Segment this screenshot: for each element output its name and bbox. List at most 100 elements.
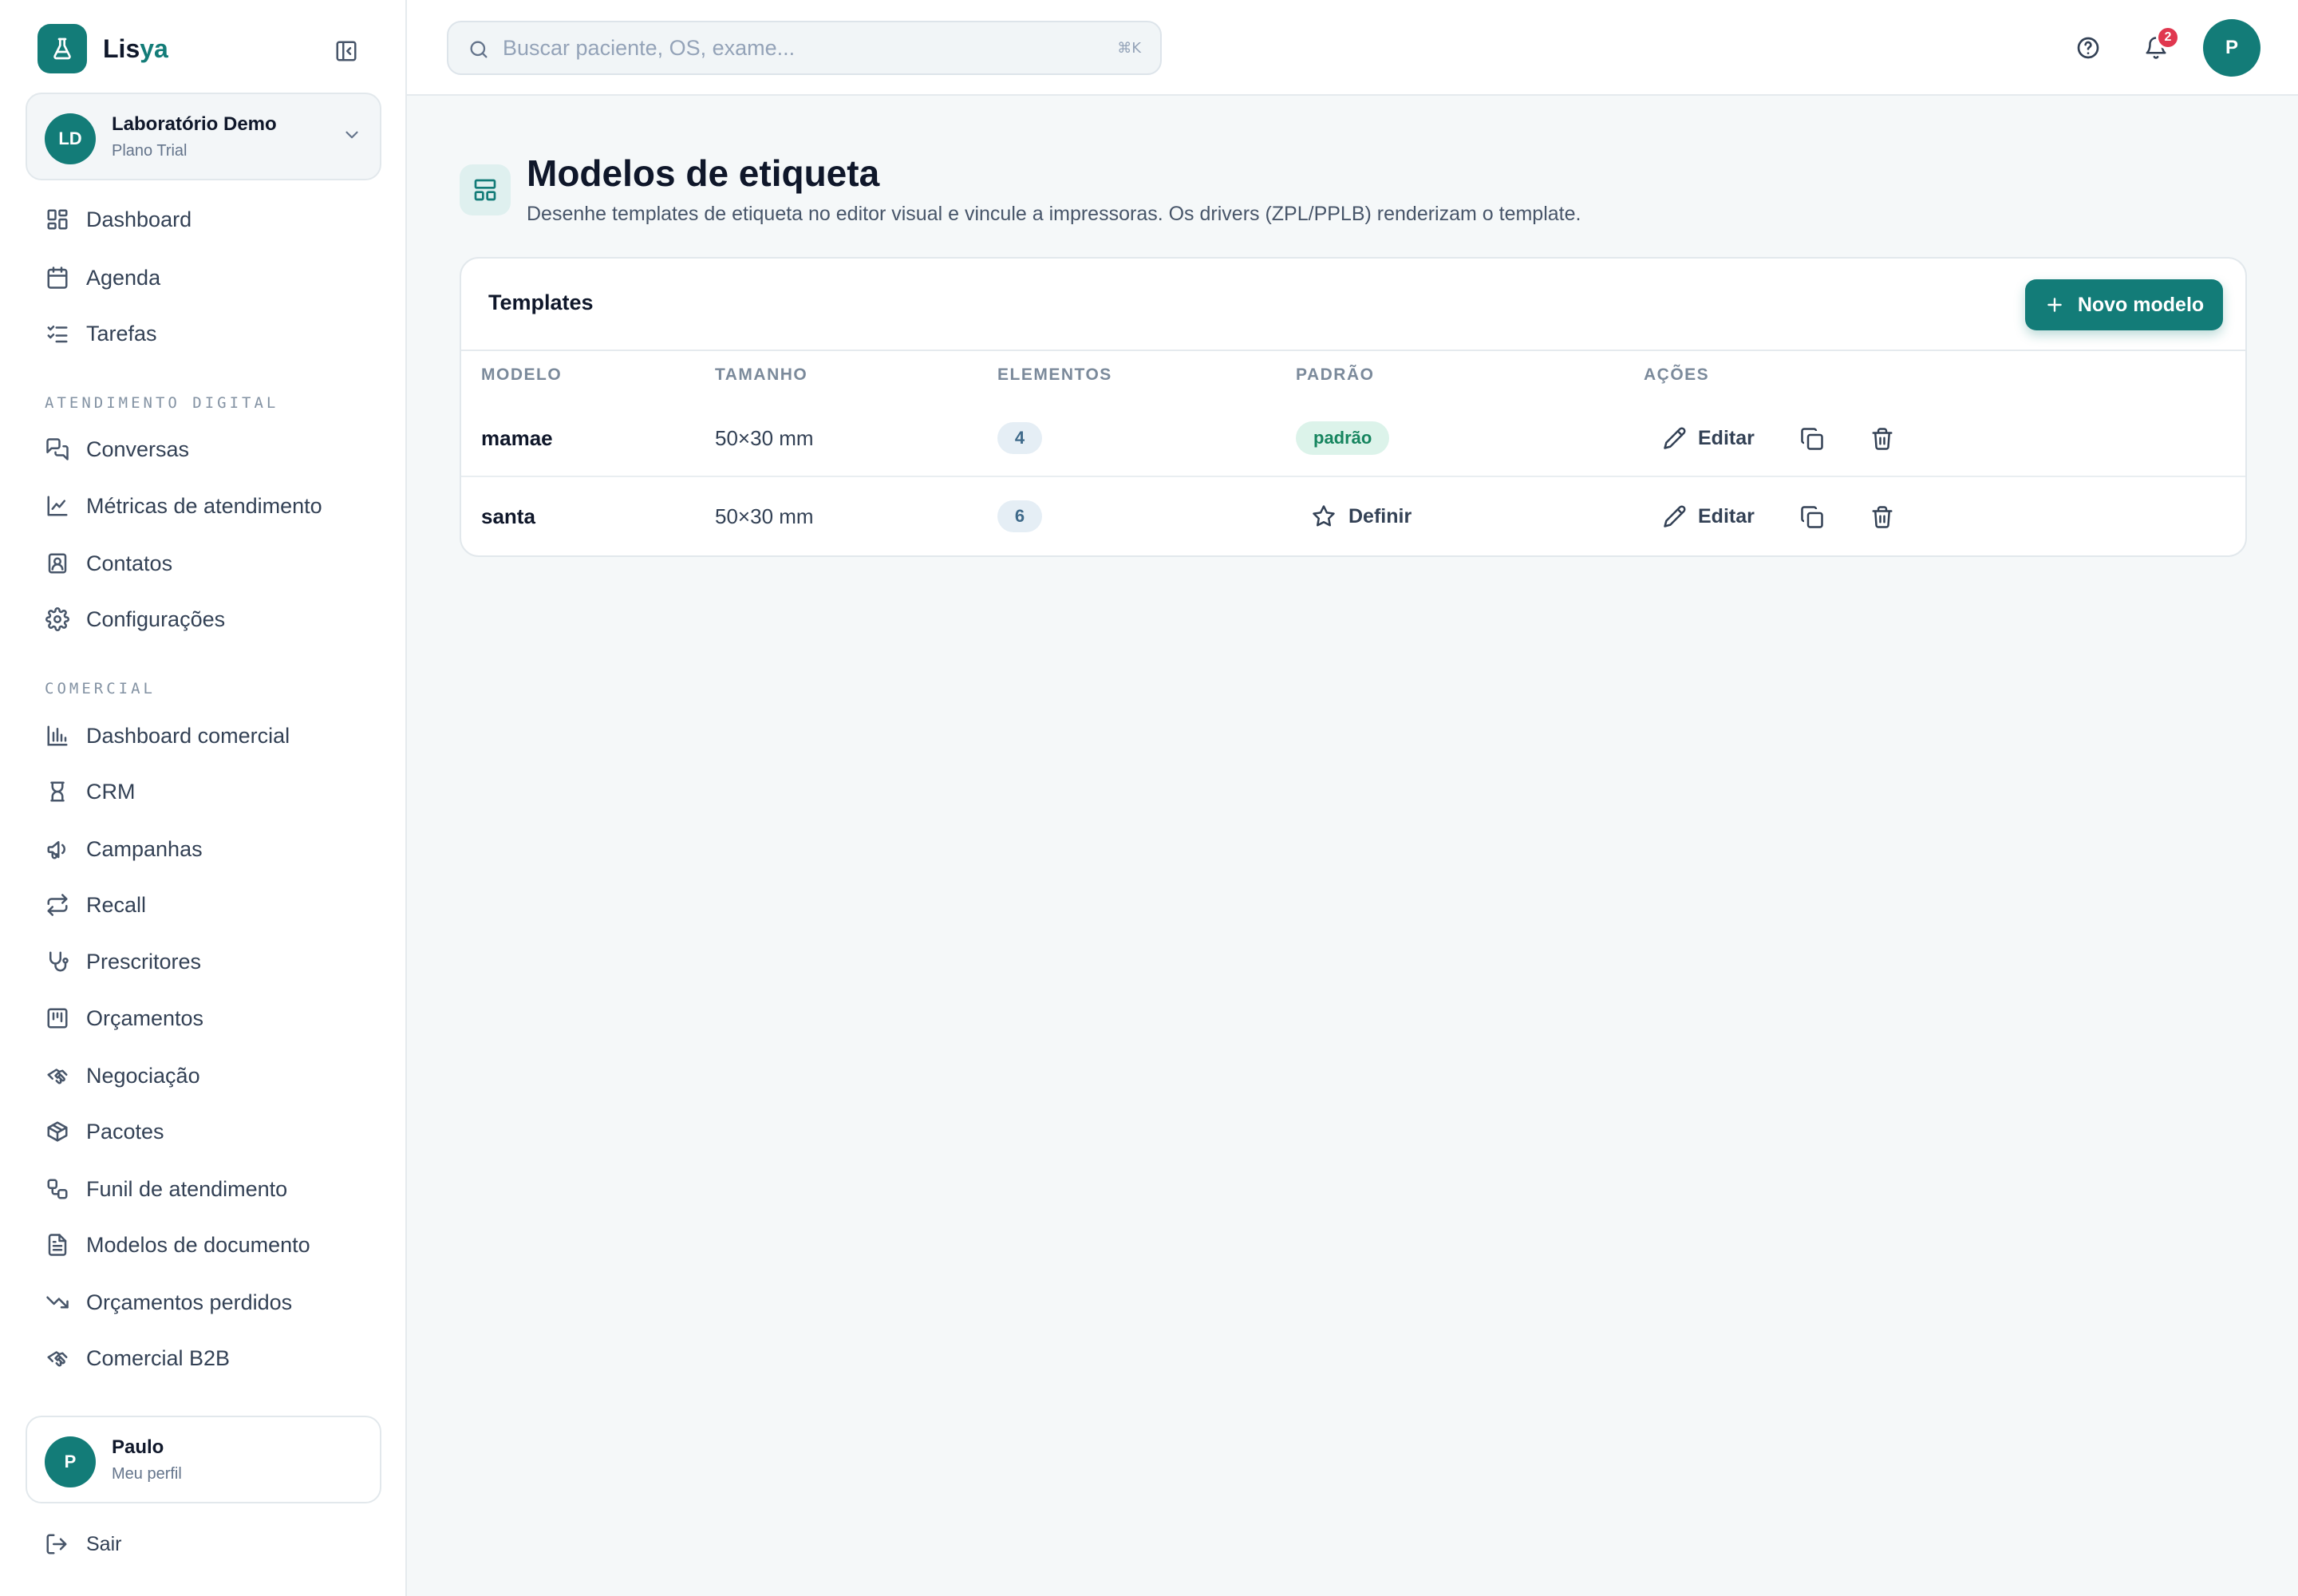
card-title: Templates <box>488 290 594 314</box>
handshake-icon <box>45 1345 70 1371</box>
sidebar-item-configuracoes[interactable]: Configurações <box>45 599 225 639</box>
chat-bubbles-icon <box>45 437 70 462</box>
sidebar-item-label: Negociação <box>86 1063 200 1088</box>
template-name: mamae <box>481 425 553 450</box>
search-box[interactable]: ⌘K <box>447 21 1162 75</box>
template-name: santa <box>481 504 535 528</box>
column-header-elementos: ELEMENTOS <box>997 365 1112 384</box>
sidebar-item-crm[interactable]: CRM <box>45 772 136 812</box>
checklist-icon <box>45 321 70 346</box>
column-header-padrao: PADRÃO <box>1296 365 1375 384</box>
sidebar-item-metricas[interactable]: Métricas de atendimento <box>45 486 322 526</box>
section-label-atendimento-digital: ATENDIMENTO DIGITAL <box>45 394 279 412</box>
sidebar-item-label: Comercial B2B <box>86 1345 231 1370</box>
sidebar-item-orcamentos-perdidos[interactable]: Orçamentos perdidos <box>45 1282 292 1322</box>
pencil-icon <box>1663 426 1687 450</box>
sidebar-item-label: Prescritores <box>86 949 202 974</box>
template-size: 50×30 mm <box>715 504 814 528</box>
sidebar-item-label: Orçamentos <box>86 1005 204 1030</box>
set-default-label: Definir <box>1348 504 1412 527</box>
organization-switcher[interactable]: LD Laboratório Demo Plano Trial <box>26 93 381 180</box>
profile-link: Meu perfil <box>112 1465 182 1483</box>
sidebar-item-dashboard[interactable]: Dashboard <box>45 200 192 239</box>
default-cell: Definir <box>1296 477 1412 555</box>
handshake-icon <box>45 1063 70 1088</box>
elements-count: 4 <box>997 399 1042 477</box>
star-icon <box>1312 504 1336 528</box>
edit-label: Editar <box>1698 426 1755 449</box>
calendar-icon <box>45 265 70 290</box>
logout-button[interactable]: Sair <box>45 1524 121 1564</box>
logout-icon <box>45 1532 69 1556</box>
plus-icon <box>2044 294 2065 315</box>
top-bar: ⌘K 2 P <box>407 0 2298 96</box>
trash-icon[interactable] <box>1869 425 1896 452</box>
sidebar-item-label: Configurações <box>86 606 226 631</box>
gear-icon <box>45 606 70 632</box>
sidebar-item-tarefas[interactable]: Tarefas <box>45 314 157 354</box>
dashboard-grid-icon <box>45 207 70 232</box>
sidebar-collapse-icon[interactable] <box>330 35 362 67</box>
column-header-modelo: MODELO <box>481 365 563 384</box>
sidebar-item-comercial-b2b[interactable]: Comercial B2B <box>45 1338 230 1378</box>
duplicate-icon[interactable] <box>1799 504 1826 531</box>
sidebar-item-pacotes[interactable]: Pacotes <box>45 1112 164 1152</box>
brand-name: Lisya <box>103 34 168 63</box>
search-icon <box>468 38 490 61</box>
sidebar-item-label: Tarefas <box>86 321 157 346</box>
sidebar-item-prescritores[interactable]: Prescritores <box>45 942 201 982</box>
edit-button[interactable]: Editar <box>1663 477 1755 555</box>
sidebar-item-label: Recall <box>86 892 147 917</box>
sidebar-item-orcamentos[interactable]: Orçamentos <box>45 998 203 1038</box>
user-avatar[interactable]: P <box>2203 19 2260 77</box>
sidebar-item-negociacao[interactable]: Negociação <box>45 1056 200 1096</box>
profile-card[interactable]: P Paulo Meu perfil <box>26 1416 381 1503</box>
repeat-arrows-icon <box>45 892 70 918</box>
receipt-icon <box>45 1005 70 1031</box>
sidebar-item-contatos[interactable]: Contatos <box>45 543 172 583</box>
sidebar-item-label: Contatos <box>86 551 173 575</box>
edit-button[interactable]: Editar <box>1663 399 1755 477</box>
table-row: santa 50×30 mm 6 Definir Editar <box>461 477 2245 555</box>
search-shortcut-hint: ⌘K <box>1117 40 1141 57</box>
page-subtitle: Desenhe templates de etiqueta no editor … <box>527 203 1581 225</box>
sidebar-item-agenda[interactable]: Agenda <box>45 258 160 298</box>
megaphone-icon <box>45 836 70 862</box>
trash-icon[interactable] <box>1869 504 1896 531</box>
sidebar-item-funil[interactable]: Funil de atendimento <box>45 1169 287 1209</box>
sidebar-item-label: Dashboard comercial <box>86 723 290 748</box>
templates-card: Templates Novo modelo MODELO TAMANHO ELE… <box>460 257 2247 557</box>
sidebar-item-label: Orçamentos perdidos <box>86 1290 293 1314</box>
stethoscope-icon <box>45 949 70 974</box>
help-icon[interactable] <box>2072 32 2104 64</box>
contact-card-icon <box>45 551 70 576</box>
label-layout-icon <box>460 164 511 215</box>
chevron-down-icon <box>342 124 362 145</box>
org-name: Laboratório Demo <box>112 113 277 135</box>
brand[interactable]: Lisya <box>38 24 168 73</box>
search-input[interactable] <box>503 30 1077 65</box>
sidebar-item-conversas[interactable]: Conversas <box>45 429 189 469</box>
package-icon <box>45 1119 70 1144</box>
org-avatar: LD <box>45 113 96 164</box>
set-default-button[interactable]: Definir <box>1312 504 1412 528</box>
line-chart-icon <box>45 493 70 519</box>
sidebar-item-campanhas[interactable]: Campanhas <box>45 829 203 869</box>
sidebar-item-label: Modelos de documento <box>86 1232 310 1257</box>
org-plan: Plano Trial <box>112 142 188 160</box>
sidebar-item-dashboard-comercial[interactable]: Dashboard comercial <box>45 716 290 756</box>
duplicate-icon[interactable] <box>1799 425 1826 452</box>
sidebar-item-label: Conversas <box>86 437 190 461</box>
document-icon <box>45 1232 70 1258</box>
avatar: P <box>45 1436 96 1487</box>
new-template-button[interactable]: Novo modelo <box>2025 279 2223 330</box>
elements-count-badge: 4 <box>997 422 1042 454</box>
sidebar-item-modelos-documento[interactable]: Modelos de documento <box>45 1225 310 1265</box>
sidebar-item-label: Agenda <box>86 265 161 290</box>
sidebar-item-label: Dashboard <box>86 207 192 231</box>
crm-icon <box>45 779 70 804</box>
sidebar: Lisya LD Laboratório Demo Plano Trial Da… <box>0 0 407 1596</box>
profile-name: Paulo <box>112 1436 164 1458</box>
pencil-icon <box>1663 504 1687 528</box>
sidebar-item-recall[interactable]: Recall <box>45 885 146 925</box>
